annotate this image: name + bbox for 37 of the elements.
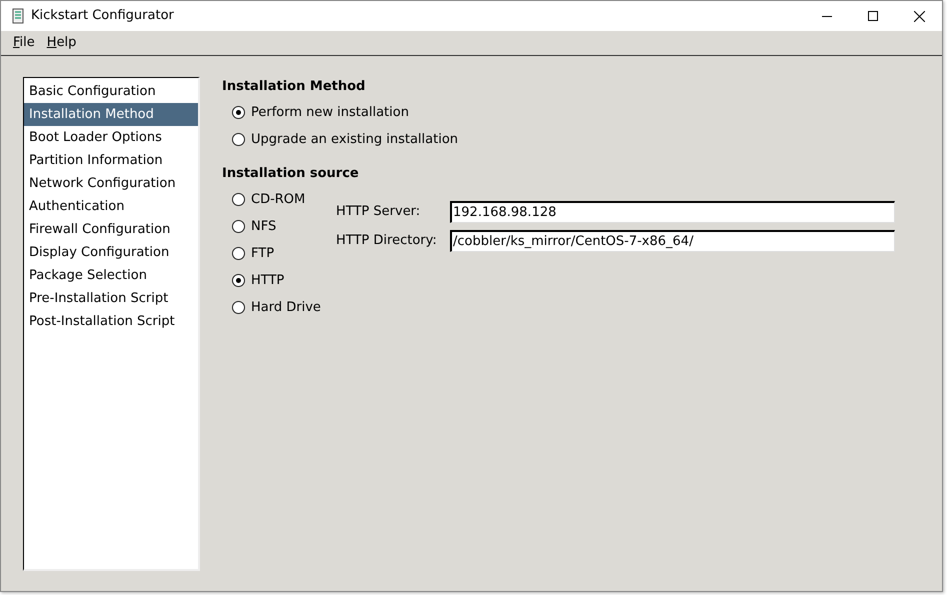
section-heading: Installation Method [222, 78, 366, 95]
sidebar-item[interactable]: Authentication [24, 195, 198, 218]
radio-label[interactable]: NFS [251, 216, 276, 236]
radio-label[interactable]: Hard Drive [251, 298, 321, 318]
radio-button[interactable] [232, 247, 245, 260]
maximize-icon [868, 11, 878, 21]
radio-button[interactable] [232, 193, 245, 206]
radio-label[interactable]: FTP [251, 244, 274, 264]
close-icon [914, 10, 924, 22]
radio-label[interactable]: Upgrade an existing installation [251, 130, 458, 150]
sidebar-item[interactable]: Post-Installation Script [24, 310, 198, 333]
sidebar-item[interactable]: Partition Information [24, 149, 198, 172]
sidebar-item[interactable]: Package Selection [24, 264, 198, 287]
app-icon [11, 8, 25, 24]
input-field[interactable]: /cobbler/ks_mirror/CentOS-7-x86_64/ [450, 230, 895, 252]
radio-button[interactable] [232, 133, 245, 146]
field-label: HTTP Directory: [336, 232, 438, 250]
radio-button[interactable] [232, 106, 245, 119]
radio-button[interactable] [232, 274, 245, 287]
section-heading: Installation source [222, 165, 360, 182]
window-title: Kickstart Configurator [31, 7, 174, 26]
input-field[interactable]: 192.168.98.128 [450, 200, 895, 222]
sidebar-item[interactable]: Firewall Configuration [24, 218, 198, 241]
menu-item[interactable]: Help [40, 33, 82, 53]
radio-button[interactable] [232, 301, 245, 314]
menu-item[interactable]: File [7, 33, 41, 53]
sidebar-item[interactable]: Basic Configuration [24, 80, 198, 103]
sidebar-item[interactable]: Boot Loader Options [24, 126, 198, 149]
radio-button[interactable] [232, 220, 245, 233]
sidebar-item[interactable]: Installation Method [24, 103, 198, 126]
field-label: HTTP Server: [336, 202, 422, 221]
sidebar-item[interactable]: Display Configuration [24, 241, 198, 264]
sidebar-item[interactable]: Network Configuration [24, 172, 198, 195]
radio-label[interactable]: HTTP [251, 270, 284, 290]
sidebar-item[interactable]: Pre-Installation Script [24, 287, 198, 310]
radio-label[interactable]: Perform new installation [251, 102, 409, 122]
radio-label[interactable]: CD-ROM [251, 190, 306, 210]
